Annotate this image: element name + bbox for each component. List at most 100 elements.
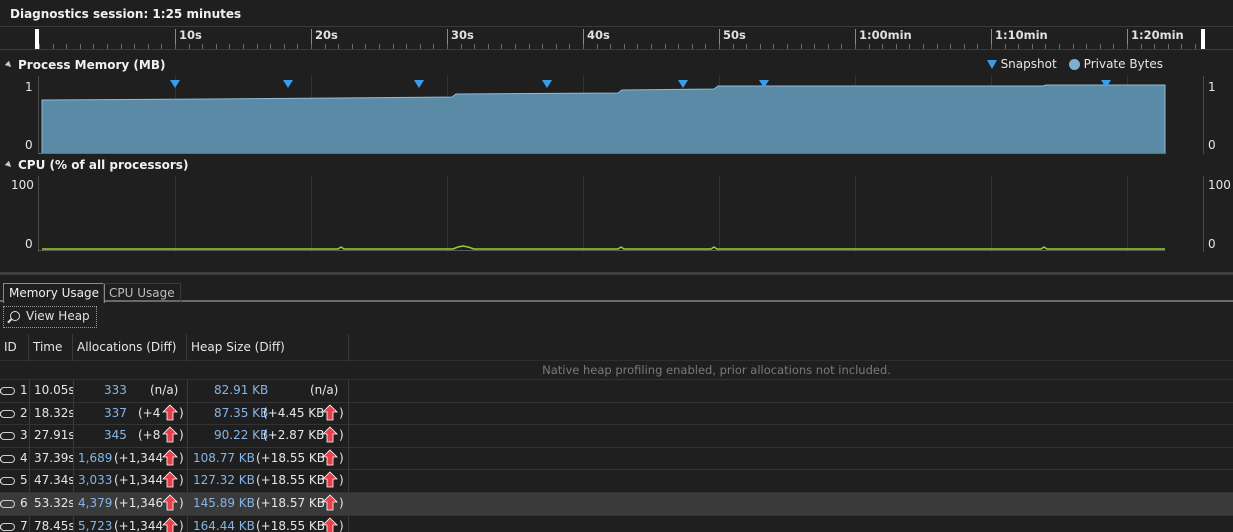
allocations-link[interactable]: 3,033: [78, 473, 112, 487]
heap-size-diff: (+4.45 KB: [263, 405, 325, 420]
allocations-link[interactable]: 337: [104, 406, 127, 420]
paren-close: ): [339, 518, 344, 532]
profiling-note: Native heap profiling enabled, prior all…: [542, 363, 891, 377]
heap-size-link[interactable]: 145.89 KB: [193, 496, 255, 510]
collapse-triangle-icon[interactable]: [4, 160, 14, 170]
heap-size-link[interactable]: 87.35 KB: [214, 406, 268, 420]
ruler-minor-tick: [1168, 44, 1169, 49]
snapshot-markers: [170, 80, 1111, 88]
table-row[interactable]: 6 53.32s 4,379 (+1,346 ) 145.89 KB (+18.…: [0, 491, 1233, 515]
note-row: Native heap profiling enabled, prior all…: [0, 361, 1233, 379]
increase-arrow-icon: [322, 426, 338, 443]
ruler-minor-tick: [964, 44, 965, 49]
allocations-link[interactable]: 5,723: [78, 519, 112, 532]
ruler-minor-tick: [787, 44, 788, 49]
timeline-ruler[interactable]: 10s 20s 30s 40s 50s 1:00min 1:10min 1:20…: [0, 26, 1233, 50]
ruler-minor-tick: [1195, 44, 1196, 49]
ruler-minor-tick: [678, 44, 679, 49]
ruler-label: 10s: [179, 28, 202, 42]
ruler-minor-tick: [461, 44, 462, 49]
header-heap-size[interactable]: Heap Size (Diff): [187, 334, 349, 361]
allocations-link[interactable]: 333: [104, 383, 127, 397]
ruler-minor-tick: [1141, 44, 1142, 49]
header-allocations[interactable]: Allocations (Diff): [73, 334, 187, 361]
increase-arrow-icon: [322, 516, 338, 532]
cell-time: 27.91s: [34, 428, 75, 443]
table-row[interactable]: 7 78.45s 5,723 (+1,344 ) 164.44 KB (+18.…: [0, 514, 1233, 532]
ruler-minor-tick: [189, 44, 190, 49]
ruler-minor-tick: [447, 44, 448, 49]
snapshot-camera-icon: [0, 477, 15, 486]
heap-size-link[interactable]: 82.91 KB: [214, 383, 268, 397]
cpu-section-header[interactable]: CPU (% of all processors): [0, 157, 1233, 175]
allocations-link[interactable]: 4,379: [78, 496, 112, 510]
header-time[interactable]: Time: [29, 334, 73, 361]
ruler-minor-tick: [406, 44, 407, 49]
ruler-minor-tick: [121, 44, 122, 49]
ruler-minor-tick: [909, 44, 910, 49]
tab-cpu-usage[interactable]: CPU Usage: [103, 283, 181, 303]
heap-size-link[interactable]: 108.77 KB: [193, 451, 255, 465]
paren-close: ): [179, 473, 184, 488]
heap-size-link[interactable]: 90.22 KB: [214, 428, 268, 442]
ruler-minor-tick: [1113, 44, 1114, 49]
increase-arrow-icon: [322, 471, 338, 488]
heap-size-link[interactable]: 127.32 KB: [193, 473, 255, 487]
ruler-minor-tick: [542, 44, 543, 49]
heap-size-diff: (+18.55 KB: [256, 450, 326, 465]
cell-time: 53.32s: [34, 495, 75, 510]
cell-id: 4: [20, 450, 28, 465]
ruler-minor-tick: [270, 44, 271, 49]
header-id[interactable]: ID: [0, 334, 29, 361]
cpu-y-bottom-right: 0: [1208, 237, 1216, 251]
view-heap-button[interactable]: View Heap: [3, 306, 97, 328]
cell-id: 6: [20, 495, 28, 510]
ruler-minor-tick: [1018, 44, 1019, 49]
paren-close: ): [339, 428, 344, 443]
ruler-minor-tick: [1127, 44, 1128, 49]
table-row[interactable]: 4 37.39s 1,689 (+1,344 ) 108.77 KB (+18.…: [0, 446, 1233, 470]
cell-id: 3: [20, 428, 28, 443]
allocations-link[interactable]: 1,689: [78, 451, 112, 465]
ruler-label: 40s: [587, 28, 610, 42]
table-row[interactable]: 3 27.91s 345 (+8 ) 90.22 KB (+2.87 KB ): [0, 424, 1233, 447]
heap-size-link[interactable]: 164.44 KB: [193, 519, 255, 532]
allocations-link[interactable]: 345: [104, 428, 127, 442]
ruler-minor-tick: [379, 44, 380, 49]
snapshot-marker-icon: [1101, 80, 1111, 88]
ruler-minor-tick: [1100, 44, 1101, 49]
ruler-minor-tick: [937, 44, 938, 49]
ruler-minor-tick: [311, 44, 312, 49]
ruler-minor-tick: [746, 44, 747, 49]
ruler-minor-tick: [665, 44, 666, 49]
ruler-minor-tick: [1154, 44, 1155, 49]
paren-close: ): [179, 450, 184, 465]
cpu-y-bottom-left: 0: [25, 237, 33, 251]
ruler-minor-tick: [1032, 44, 1033, 49]
ruler-minor-tick: [365, 44, 366, 49]
cpu-chart[interactable]: [38, 176, 1204, 252]
memory-legend: Snapshot Private Bytes: [986, 57, 1163, 71]
ruler-minor-tick: [352, 44, 353, 49]
cell-id: 5: [20, 473, 28, 488]
tab-memory-usage[interactable]: Memory Usage: [3, 283, 106, 303]
ruler-minor-tick: [855, 44, 856, 49]
snapshot-camera-icon: [0, 409, 15, 418]
table-row[interactable]: 1 10.05s 333 (n/a) 82.91 KB (n/a): [0, 379, 1233, 402]
tabs-bar: Memory Usage CPU Usage: [0, 272, 1233, 303]
allocations-diff: (+1,344: [114, 473, 164, 488]
snapshot-marker-icon: [986, 59, 997, 69]
memory-y-bottom-left: 0: [25, 138, 33, 152]
increase-arrow-icon: [162, 404, 178, 420]
ruler-minor-tick: [216, 44, 217, 49]
table-row[interactable]: 5 47.34s 3,033 (+1,344 ) 127.32 KB (+18.…: [0, 469, 1233, 492]
range-end-handle[interactable]: [1201, 29, 1205, 49]
allocations-diff: (+1,344: [114, 450, 164, 465]
ruler-minor-tick: [556, 44, 557, 49]
collapse-triangle-icon[interactable]: [4, 60, 14, 70]
paren-close: ): [179, 405, 184, 420]
ruler-minor-tick: [1005, 44, 1006, 49]
table-row[interactable]: 2 18.32s 337 (+4 ) 87.35 KB (+4.45 KB ): [0, 401, 1233, 425]
ruler-minor-tick: [420, 44, 421, 49]
ruler-minor-tick: [39, 44, 40, 49]
